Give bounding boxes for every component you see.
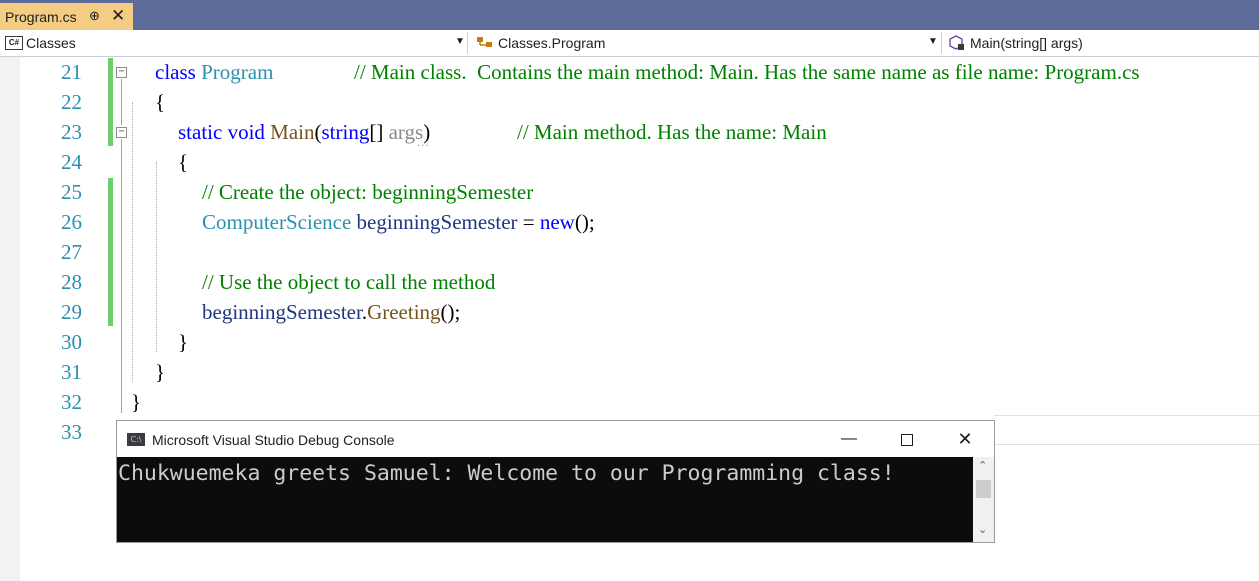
- minimize-button[interactable]: —: [834, 427, 864, 451]
- navigation-bar: C# Classes ▼ Classes.Program ▼ Main(stri…: [0, 30, 1259, 57]
- punct-token: ();: [440, 300, 461, 324]
- code-line-22: {: [155, 90, 166, 114]
- scrollbar-thumb[interactable]: [976, 480, 991, 498]
- chevron-down-icon[interactable]: ▼: [455, 36, 465, 47]
- line-number: 28: [61, 270, 82, 294]
- scroll-up-icon[interactable]: ⌃: [978, 459, 987, 472]
- punct-token: (: [314, 120, 322, 144]
- line-number: 27: [61, 240, 82, 264]
- document-tab-strip: Program.cs ⊕ ✕: [0, 0, 1259, 30]
- class-icon: [477, 37, 492, 47]
- type-dropdown-label: Classes.Program: [498, 35, 606, 51]
- keyword-token: static: [178, 120, 223, 144]
- change-indicator: [108, 58, 113, 146]
- keyword-token: string: [321, 120, 370, 144]
- console-output-area[interactable]: Chukwuemeka greets Samuel: Welcome to ou…: [117, 457, 973, 542]
- csharp-project-icon: C#: [5, 36, 23, 50]
- debug-console-window[interactable]: C:\ Microsoft Visual Studio Debug Consol…: [116, 420, 995, 543]
- keyword-token: class: [155, 60, 196, 84]
- comment-token: // Main method. Has the name: Main: [517, 120, 827, 144]
- method-token: Greeting: [367, 300, 441, 324]
- code-line-30: }: [178, 330, 189, 354]
- console-title-bar[interactable]: C:\ Microsoft Visual Studio Debug Consol…: [117, 421, 994, 457]
- current-line-highlight: [994, 415, 1259, 416]
- tab-title: Program.cs: [5, 9, 77, 25]
- keyword-token: void: [227, 120, 265, 144]
- operator-token: =: [517, 210, 540, 234]
- code-line-23: static void Main(string[] args): [178, 117, 430, 147]
- punct-token: ();: [574, 210, 595, 234]
- comment-token: // Main class. Contains the main method:…: [354, 60, 1140, 84]
- line-number: 30: [61, 330, 82, 354]
- change-indicator: [108, 178, 113, 326]
- console-scrollbar[interactable]: ⌃ ⌄: [973, 457, 994, 542]
- close-button[interactable]: ✕: [950, 427, 980, 451]
- code-line-32: }: [131, 390, 142, 414]
- outline-guide: [121, 79, 122, 125]
- identifier-token: beginningSemester: [202, 300, 362, 324]
- line-number: 29: [61, 300, 82, 324]
- line-number: 21: [61, 60, 82, 84]
- line-number: 26: [61, 210, 82, 234]
- project-dropdown-label: Classes: [26, 35, 76, 51]
- method-token: Main: [270, 120, 315, 144]
- tab-program-cs[interactable]: Program.cs ⊕ ✕: [0, 3, 133, 30]
- outline-guide: [121, 139, 122, 389]
- line-number: 31: [61, 360, 82, 384]
- close-icon[interactable]: ✕: [111, 6, 125, 26]
- line-number: 33: [61, 420, 82, 444]
- maximize-button[interactable]: [892, 427, 922, 451]
- code-line-24: {: [178, 150, 189, 174]
- indent-guide: [156, 162, 157, 352]
- punct-token: []: [369, 120, 389, 144]
- code-line-28: // Use the object to call the method: [202, 270, 496, 294]
- line-number: 22: [61, 90, 82, 114]
- type-dropdown[interactable]: Classes.Program ▼: [470, 32, 942, 54]
- console-output-text: Chukwuemeka greets Samuel: Welcome to ou…: [118, 461, 895, 486]
- outline-guide: [121, 389, 122, 413]
- current-line-highlight: [994, 444, 1259, 445]
- code-line-25: // Create the object: beginningSemester: [202, 180, 534, 204]
- console-title: Microsoft Visual Studio Debug Console: [152, 432, 395, 448]
- unused-parameter-hint: ···: [417, 141, 430, 152]
- code-line-26: ComputerScience beginningSemester = new(…: [202, 207, 595, 237]
- line-number: 32: [61, 390, 82, 414]
- method-icon: [949, 35, 964, 50]
- collapse-icon[interactable]: −: [116, 67, 127, 78]
- line-number: 25: [61, 180, 82, 204]
- scroll-down-icon[interactable]: ⌄: [978, 523, 987, 536]
- line-number: 23: [61, 120, 82, 144]
- member-dropdown[interactable]: Main(string[] args): [944, 32, 1259, 54]
- project-dropdown[interactable]: C# Classes ▼: [0, 32, 468, 54]
- identifier-token: beginningSemester: [356, 210, 518, 234]
- type-token: Program: [201, 60, 274, 84]
- indent-guide: [132, 102, 133, 382]
- chevron-down-icon[interactable]: ▼: [928, 36, 938, 47]
- collapse-icon[interactable]: −: [116, 127, 127, 138]
- console-app-icon: C:\: [127, 433, 145, 446]
- code-line-31: }: [155, 360, 166, 384]
- code-line-29: beginningSemester.Greeting();: [202, 297, 460, 327]
- type-token: ComputerScience: [202, 210, 352, 234]
- line-number: 24: [61, 150, 82, 174]
- pin-icon[interactable]: ⊕: [89, 8, 100, 24]
- keyword-token: new: [539, 210, 575, 234]
- member-dropdown-label: Main(string[] args): [970, 35, 1083, 51]
- maximize-icon: [901, 434, 913, 447]
- editor-margin: [0, 57, 20, 581]
- code-line-21: class Program: [155, 57, 273, 87]
